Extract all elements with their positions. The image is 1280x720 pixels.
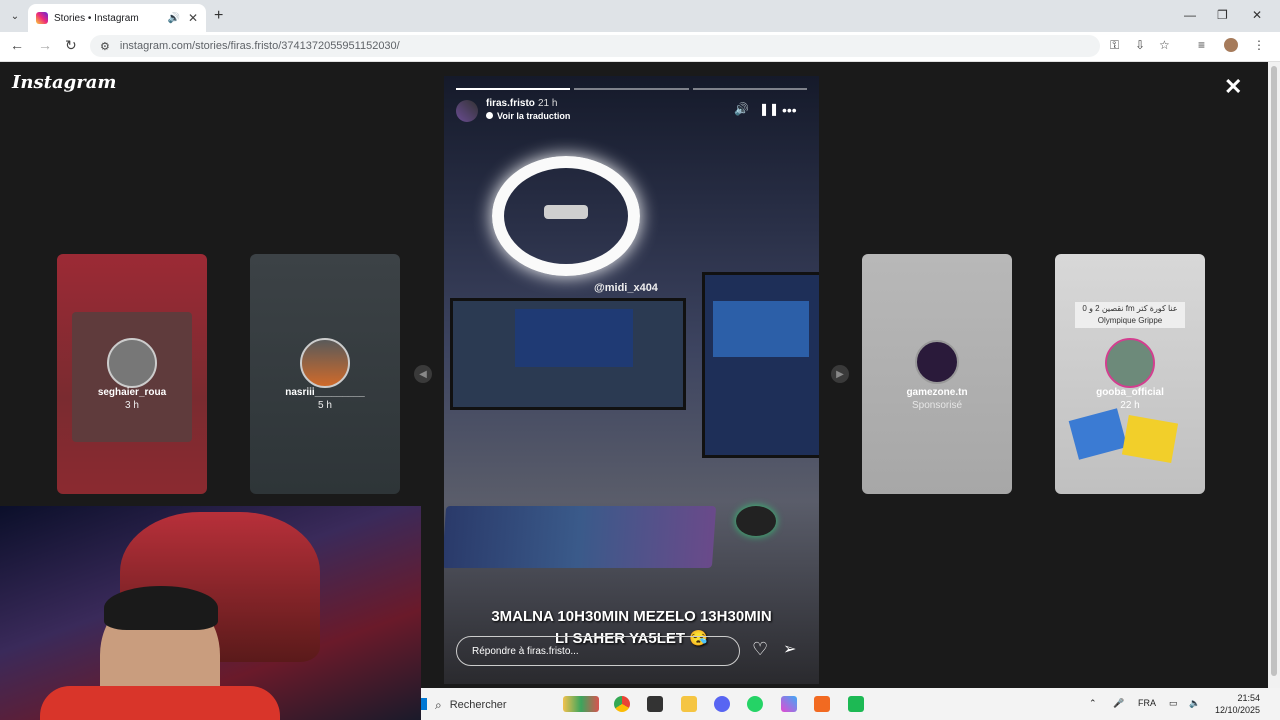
bookmark-star-icon[interactable]: ☆ bbox=[1159, 38, 1170, 52]
side-story-gooba-official[interactable]: نقصين 2 و 0 fm عنا كورة كتر Olympique Gr… bbox=[1055, 254, 1205, 494]
story-username[interactable]: firas.fristo bbox=[486, 98, 535, 109]
tab-audio-icon[interactable]: 🔊 bbox=[167, 13, 179, 24]
webcam-overlay bbox=[0, 506, 421, 720]
new-tab-button[interactable]: + bbox=[214, 7, 223, 25]
app-icon[interactable] bbox=[814, 696, 830, 712]
progress-segment bbox=[456, 88, 571, 90]
next-story-icon[interactable]: ▶ bbox=[831, 365, 849, 383]
forward-icon[interactable]: → bbox=[38, 37, 52, 53]
send-icon[interactable]: ➢ bbox=[783, 639, 796, 659]
monitor-photo bbox=[702, 272, 819, 458]
password-key-icon[interactable]: ⚿ bbox=[1110, 38, 1119, 53]
see-translation-label: Voir la traduction bbox=[497, 111, 571, 121]
menu-dots-icon[interactable]: ⋮ bbox=[1253, 38, 1265, 52]
volume-icon[interactable]: 🔈 bbox=[1189, 698, 1200, 709]
progress-segment bbox=[692, 88, 807, 90]
chrome-icon[interactable] bbox=[614, 696, 630, 712]
monitor-photo bbox=[450, 298, 686, 410]
windows-start-icon[interactable] bbox=[421, 698, 427, 710]
clock-date: 12/10/2025 bbox=[1214, 705, 1260, 715]
profile-avatar[interactable] bbox=[1224, 38, 1238, 52]
story-preview-image bbox=[1121, 414, 1179, 464]
site-info-icon[interactable]: ⚙ bbox=[100, 40, 110, 53]
terminal-icon[interactable] bbox=[647, 696, 663, 712]
whatsapp-icon[interactable] bbox=[747, 696, 763, 712]
page-scrollbar[interactable] bbox=[1268, 62, 1280, 688]
avatar[interactable] bbox=[456, 100, 478, 122]
story-progress-bar bbox=[456, 88, 807, 90]
story-age: 3 h bbox=[125, 400, 139, 411]
more-options-icon[interactable]: ••• bbox=[782, 102, 797, 118]
instagram-logo[interactable]: Instagram bbox=[12, 72, 116, 93]
avatar bbox=[300, 338, 350, 388]
copilot-icon[interactable] bbox=[781, 696, 797, 712]
tab-title: Stories • Instagram bbox=[54, 12, 139, 24]
windows-taskbar: ⌕ Rechercher ⌃ 🎤 FRA ▭ 🔈 21:54 12/10/202… bbox=[421, 688, 1280, 720]
browser-tab-active[interactable]: Stories • Instagram 🔊 ✕ bbox=[28, 4, 206, 32]
volume-icon[interactable]: 🔊 bbox=[734, 102, 749, 116]
story-username: gamezone.tn bbox=[906, 387, 968, 398]
minimize-icon[interactable]: — bbox=[1184, 8, 1196, 22]
progress-segment bbox=[574, 88, 689, 90]
search-icon: ⌕ bbox=[435, 697, 442, 712]
instagram-favicon-icon bbox=[36, 12, 48, 24]
install-app-icon[interactable]: ⇩ bbox=[1135, 38, 1145, 52]
previous-story-icon[interactable]: ◀ bbox=[414, 365, 432, 383]
mention-tag[interactable]: @midi_x404 bbox=[594, 282, 658, 294]
story-username: seghaier_roua bbox=[97, 387, 167, 398]
tab-list-chevron-icon[interactable]: ⌄ bbox=[4, 5, 26, 27]
restore-icon[interactable]: ❐ bbox=[1217, 8, 1228, 22]
url-text: instagram.com/stories/firas.fristo/37413… bbox=[119, 40, 400, 52]
window-close-icon[interactable]: ✕ bbox=[1252, 8, 1262, 22]
avatar bbox=[1105, 338, 1155, 388]
story-age: 22 h bbox=[1120, 400, 1140, 411]
streamer-shirt bbox=[40, 686, 280, 720]
url-field[interactable]: ⚙ instagram.com/stories/firas.fristo/374… bbox=[90, 35, 1100, 57]
translate-icon bbox=[486, 112, 493, 119]
reload-icon[interactable]: ↻ bbox=[65, 37, 77, 54]
media-controls-icon[interactable]: ≡ bbox=[1198, 38, 1205, 52]
see-translation-link[interactable]: Voir la traduction bbox=[486, 111, 570, 121]
keyboard-photo bbox=[444, 506, 717, 568]
story-age: 5 h bbox=[318, 400, 332, 411]
caption-line: 3MALNA 10H30MIN MEZELO 13H30MIN bbox=[491, 608, 772, 625]
side-story-nasriii[interactable]: nasriii_________ 5 h bbox=[250, 254, 400, 494]
story-preview-image bbox=[1068, 408, 1128, 460]
clock-time: 21:54 bbox=[1237, 693, 1260, 703]
file-explorer-icon[interactable] bbox=[681, 696, 697, 712]
app-icon[interactable] bbox=[848, 696, 864, 712]
taskbar-clock[interactable]: 21:54 12/10/2025 bbox=[1210, 692, 1260, 716]
side-story-gamezone[interactable]: gamezone.tn Sponsorisé bbox=[862, 254, 1012, 494]
story-username: nasriii_________ bbox=[285, 387, 365, 398]
microphone-icon[interactable]: 🎤 bbox=[1113, 698, 1124, 709]
network-icon[interactable]: ▭ bbox=[1169, 698, 1178, 709]
monitor-screen bbox=[515, 309, 633, 367]
pause-icon[interactable]: ❚❚ bbox=[759, 102, 779, 116]
like-heart-icon[interactable]: ♡ bbox=[752, 639, 768, 660]
widgets-icon[interactable] bbox=[563, 696, 599, 712]
story-username: gooba_official bbox=[1096, 387, 1164, 398]
reply-input[interactable]: Répondre à firas.fristo... bbox=[456, 636, 740, 666]
webcam-photo bbox=[544, 205, 588, 219]
taskbar-search-label: Rechercher bbox=[449, 699, 507, 711]
avatar bbox=[915, 340, 959, 384]
discord-icon[interactable] bbox=[714, 696, 730, 712]
story-banner-text: نقصين 2 و 0 fm عنا كورة كتر Olympique Gr… bbox=[1075, 302, 1185, 328]
streamer-hair bbox=[104, 586, 218, 630]
monitor-screen bbox=[713, 301, 809, 357]
tab-close-icon[interactable]: ✕ bbox=[188, 11, 198, 25]
close-stories-icon[interactable]: ✕ bbox=[1224, 74, 1242, 100]
tray-chevron-icon[interactable]: ⌃ bbox=[1089, 698, 1097, 709]
avatar bbox=[107, 338, 157, 388]
story-age: 21 h bbox=[538, 98, 558, 109]
language-indicator[interactable]: FRA bbox=[1138, 698, 1156, 708]
side-story-seghaier-roua[interactable]: seghaier_roua 3 h bbox=[57, 254, 207, 494]
scrollbar-thumb[interactable] bbox=[1271, 66, 1277, 676]
back-icon[interactable]: ← bbox=[10, 37, 24, 53]
sponsored-label: Sponsorisé bbox=[911, 400, 963, 411]
active-story[interactable]: firas.fristo 21 h Voir la traduction 🔊 ❚… bbox=[444, 76, 819, 684]
mouse-photo bbox=[736, 506, 776, 536]
